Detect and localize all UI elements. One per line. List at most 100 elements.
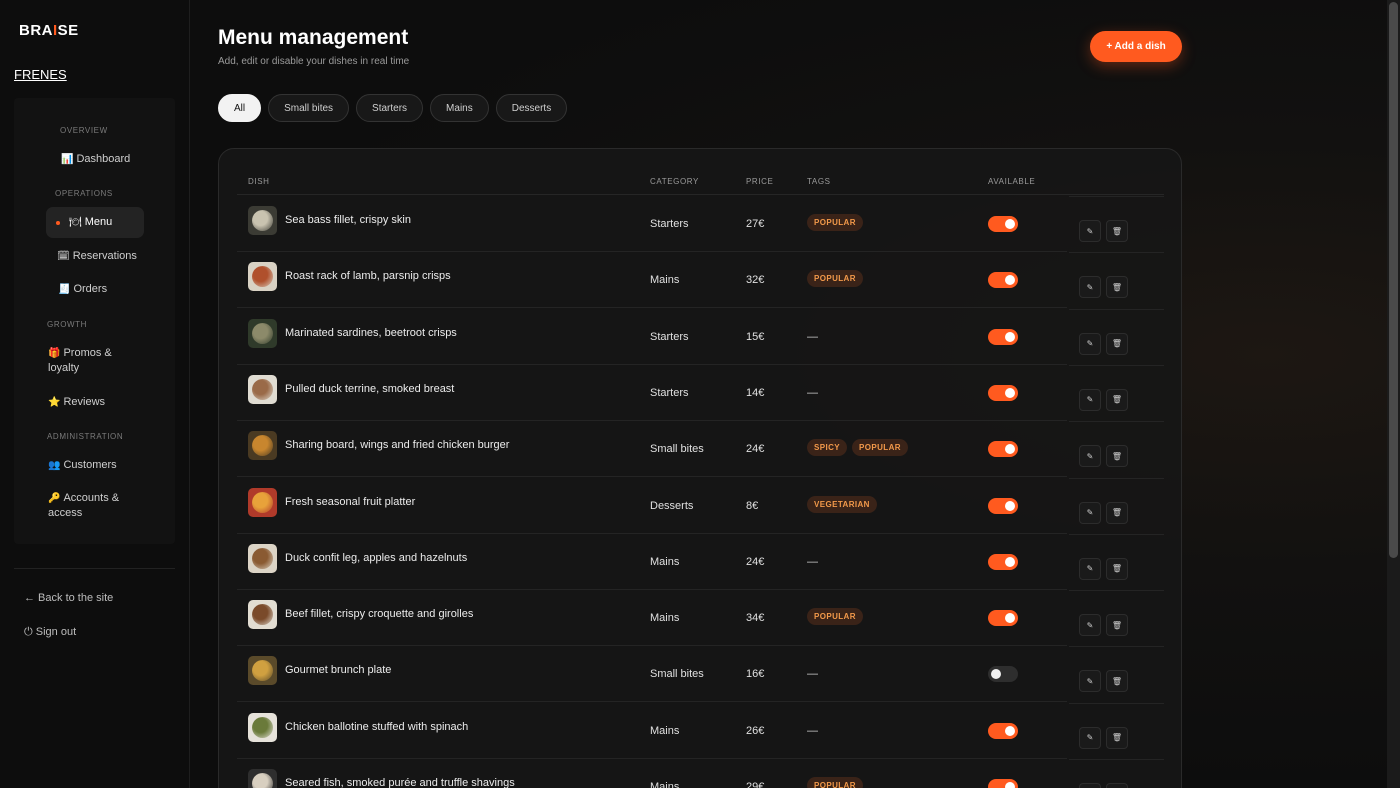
edit-dish-button[interactable]: ✎ <box>1079 220 1101 242</box>
edit-dish-button[interactable]: ✎ <box>1079 670 1101 693</box>
dish-category: Mains <box>650 612 680 625</box>
page-subtitle: Add, edit or disable your dishes in real… <box>218 56 410 67</box>
dish-price: 24€ <box>746 555 765 568</box>
edit-dish-button[interactable]: ✎ <box>1079 445 1101 468</box>
dish-category: Mains <box>650 724 680 737</box>
tag-list: POPULAR <box>807 270 863 288</box>
availability-toggle[interactable] <box>988 497 1018 514</box>
plate-icon: 🍽 <box>69 217 82 228</box>
dish-thumbnail <box>248 656 277 686</box>
availability-toggle[interactable] <box>988 553 1018 570</box>
scrollbar-thumb[interactable] <box>1389 2 1398 558</box>
filter-tab-small-bites[interactable]: Small bites <box>268 94 350 122</box>
edit-dish-button[interactable]: ✎ <box>1079 501 1101 524</box>
availability-toggle[interactable] <box>988 384 1018 401</box>
filter-tab-starters[interactable]: Starters <box>356 94 424 122</box>
dish-price: 29€ <box>746 781 765 788</box>
edit-dish-button[interactable]: ✎ <box>1079 783 1101 788</box>
availability-toggle[interactable] <box>988 441 1018 458</box>
edit-dish-button[interactable]: ✎ <box>1079 614 1101 637</box>
table-row: Pulled duck terrine, smoked breast Starte… <box>237 364 1164 421</box>
tag-badge: POPULAR <box>807 270 863 288</box>
edit-dish-button[interactable]: ✎ <box>1079 332 1101 355</box>
chart-icon: 📊 <box>61 154 74 165</box>
brand-logo[interactable]: BRAISE <box>19 22 79 39</box>
no-tags-dash: — <box>807 668 818 681</box>
availability-toggle[interactable] <box>988 779 1018 788</box>
filter-tab-desserts[interactable]: Desserts <box>495 94 568 122</box>
toggle-knob <box>1005 331 1015 342</box>
sidebar-item-reservations[interactable]: 🗓 Reservations <box>57 249 157 264</box>
dish-plate-image <box>252 604 273 626</box>
no-tags-dash: — <box>807 330 818 343</box>
toggle-knob <box>1005 500 1015 511</box>
edit-dish-button[interactable]: ✎ <box>1079 388 1101 411</box>
availability-toggle[interactable] <box>988 216 1018 232</box>
delete-dish-button[interactable]: 🗑 <box>1106 220 1128 242</box>
delete-dish-button[interactable]: 🗑 <box>1106 783 1128 788</box>
table-row: Sharing board, wings and fried chicken b… <box>237 421 1164 478</box>
trash-icon: 🗑 <box>1111 676 1123 686</box>
sidebar-item-orders[interactable]: 🧾 Orders <box>58 282 158 297</box>
dish-plate-image <box>252 266 273 288</box>
availability-toggle[interactable] <box>988 722 1018 739</box>
tag-badge: VEGETARIAN <box>807 495 877 513</box>
edit-dish-button[interactable]: ✎ <box>1079 726 1101 749</box>
page-scrollbar[interactable] <box>1387 0 1400 788</box>
delete-dish-button[interactable]: 🗑 <box>1106 445 1128 468</box>
dish-plate-image <box>252 435 273 457</box>
trash-icon: 🗑 <box>1111 508 1123 517</box>
filter-tab-mains[interactable]: Mains <box>430 94 489 122</box>
receipt-icon: 🧾 <box>58 284 71 295</box>
row-actions: ✎🗑 <box>1079 557 1128 580</box>
column-header-available: AVAILABLE <box>988 177 1036 186</box>
sign-out-link[interactable]: ⏻ Sign out <box>24 626 76 639</box>
availability-toggle[interactable] <box>988 272 1018 289</box>
tag-list: SPICY POPULAR <box>807 439 908 457</box>
pencil-icon: ✎ <box>1086 564 1094 574</box>
dish-name: Duck confit leg, apples and hazelnuts <box>285 551 468 564</box>
delete-dish-button[interactable]: 🗑 <box>1106 614 1128 637</box>
restaurant-name-link[interactable]: FRENES <box>14 67 67 82</box>
pencil-icon: ✎ <box>1086 395 1094 405</box>
column-header-tags: TAGS <box>807 177 831 186</box>
delete-dish-button[interactable]: 🗑 <box>1106 557 1128 580</box>
trash-icon: 🗑 <box>1111 451 1123 461</box>
sidebar-item-reviews[interactable]: ⭐ Reviews <box>48 395 148 410</box>
dish-thumbnail <box>248 262 277 292</box>
add-dish-button[interactable]: + Add a dish <box>1090 31 1182 62</box>
dish-category: Mains <box>650 274 680 287</box>
dish-category: Starters <box>650 386 689 399</box>
back-to-site-link[interactable]: ← Back to the site <box>24 592 113 604</box>
delete-dish-button[interactable]: 🗑 <box>1106 670 1128 693</box>
sidebar-item-menu[interactable]: 🍽 Menu <box>46 207 144 238</box>
nav-section-growth: GROWTH <box>47 320 88 329</box>
delete-dish-button[interactable]: 🗑 <box>1106 388 1128 411</box>
table-row: Seared fish, smoked purée and truffle sh… <box>237 759 1164 788</box>
row-divider <box>1069 646 1164 648</box>
dish-category: Desserts <box>650 499 694 512</box>
sidebar-item-promos[interactable]: 🎁 Promos & loyalty <box>48 346 128 376</box>
trash-icon: 🗑 <box>1111 564 1123 574</box>
dish-category: Small bites <box>650 443 704 456</box>
availability-toggle[interactable] <box>988 610 1018 627</box>
edit-dish-button[interactable]: ✎ <box>1079 276 1101 299</box>
delete-dish-button[interactable]: 🗑 <box>1106 332 1128 355</box>
delete-dish-button[interactable]: 🗑 <box>1106 726 1128 749</box>
dish-plate-image <box>252 716 273 738</box>
edit-dish-button[interactable]: ✎ <box>1079 557 1101 580</box>
row-actions: ✎🗑 <box>1079 726 1128 749</box>
filter-tab-all[interactable]: All <box>218 94 262 122</box>
dish-price: 32€ <box>746 274 765 287</box>
row-actions: ✎🗑 <box>1079 783 1128 788</box>
sidebar-item-dashboard[interactable]: 📊 Dashboard <box>61 152 161 167</box>
availability-toggle[interactable] <box>988 328 1018 345</box>
delete-dish-button[interactable]: 🗑 <box>1106 501 1128 524</box>
column-header-category: CATEGORY <box>650 177 699 186</box>
dish-thumbnail <box>248 712 277 742</box>
sidebar-item-customers[interactable]: 👥 Customers <box>48 458 148 473</box>
availability-toggle[interactable] <box>988 666 1018 683</box>
dish-thumbnail <box>248 374 277 404</box>
sidebar-item-accounts[interactable]: 🔑 Accounts & access <box>48 491 132 521</box>
delete-dish-button[interactable]: 🗑 <box>1106 276 1128 299</box>
